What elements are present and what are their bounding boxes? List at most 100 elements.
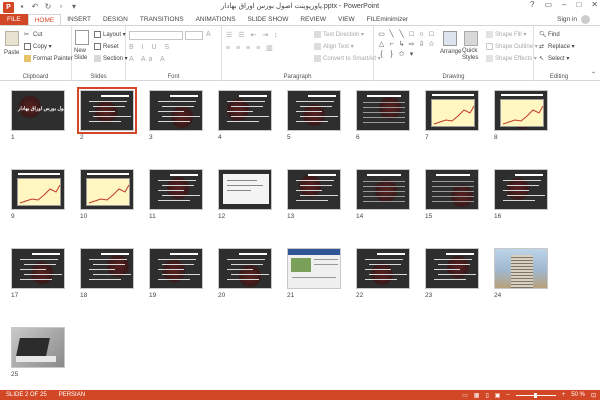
select-button[interactable]: ↖ Select ▾ [539,55,569,62]
shape-line-icon[interactable]: ╲ [387,30,396,39]
slide-thumbnail[interactable] [356,248,410,289]
slide-thumbnail[interactable] [494,90,548,131]
slide-thumbnail[interactable] [287,169,341,210]
shape-effects-button[interactable]: Shape Effects ▾ [486,55,537,62]
slide-thumbnail[interactable] [11,169,65,210]
slide-thumbnail[interactable] [494,248,548,289]
slide-thumbnail[interactable] [11,248,65,289]
shape-rect2-icon[interactable]: □ [427,30,436,39]
reset-button[interactable]: Reset [94,43,119,50]
list-buttons[interactable]: ☰ ☰ ⇤ ⇥ ↕ [226,31,280,39]
sign-in-label[interactable]: Sign in [557,16,577,23]
quick-styles-icon[interactable] [464,31,478,46]
slide-indicator[interactable]: SLIDE 2 OF 25 [6,392,47,398]
copy-button[interactable]: Copy ▾ [24,43,52,50]
format-painter-button[interactable]: Format Painter [24,55,73,62]
new-slide-icon[interactable] [75,30,89,45]
slide-thumbnail[interactable] [11,327,65,368]
paste-button[interactable]: Paste [4,50,19,56]
shape-rect-icon[interactable]: □ [407,30,416,39]
tab-home[interactable]: HOME [27,14,62,25]
find-button[interactable]: 🔍︎Find [539,31,560,38]
avatar[interactable] [581,15,590,24]
slide-thumbnail[interactable] [356,169,410,210]
shape-brace-icon[interactable]: { [377,50,386,59]
font-family-combo[interactable] [129,31,183,40]
shape-oval-icon[interactable]: ○ [417,30,426,39]
maximize-button[interactable]: □ [576,0,581,9]
paste-icon[interactable] [5,31,19,46]
slide-thumbnail[interactable] [149,248,203,289]
reading-view-icon[interactable]: ▯ [485,392,488,399]
font-size-combo[interactable] [185,31,203,40]
tab-transitions[interactable]: TRANSITIONS [134,14,190,25]
tab-review[interactable]: REVIEW [294,14,332,25]
shape-textbox-icon[interactable]: ▭ [377,30,386,39]
text-direction-button[interactable]: Text Direction ▾ [314,31,364,38]
shape-more-icon[interactable]: ▾ [407,50,416,59]
align-text-button[interactable]: Align Text ▾ [314,43,354,50]
cut-button[interactable]: ✂ Cut [24,31,42,38]
zoom-out-icon[interactable]: – [506,392,509,398]
tab-insert[interactable]: INSERT [61,14,97,25]
tab-animations[interactable]: ANIMATIONS [190,14,242,25]
tab-fileminimizer[interactable]: FILEminimizer [361,14,415,25]
minimize-button[interactable]: – [562,0,566,9]
zoom-in-icon[interactable]: + [562,392,566,398]
slide-thumbnail[interactable] [80,248,134,289]
shape-star-icon[interactable]: ☆ [427,40,436,49]
slide-thumbnail[interactable]: اصول بورس اوراق بهادار [11,90,65,131]
slide-thumbnail[interactable] [218,90,272,131]
slide-thumbnail[interactable] [77,87,137,134]
shape-line2-icon[interactable]: ╲ [397,30,406,39]
slide-thumbnail[interactable] [218,248,272,289]
slide-thumbnail[interactable] [287,248,341,289]
slide-thumbnail[interactable] [425,248,479,289]
new-slide-button[interactable]: New Slide [74,48,92,62]
zoom-slider[interactable] [515,392,556,398]
quick-styles-button[interactable]: Quick Styles [462,48,482,62]
alignment-buttons[interactable]: ≡ ≡ ≡ ≡ ▥ [226,44,275,52]
convert-smartart-button[interactable]: Convert to SmartArt ▾ [314,55,381,62]
shape-corner-icon[interactable]: ⌐ [387,40,396,49]
slide-thumbnail[interactable] [149,90,203,131]
slide-thumbnail[interactable] [218,169,272,210]
shape-arrow-right-icon[interactable]: ⇨ [407,40,416,49]
slide-thumbnail[interactable] [494,169,548,210]
arrange-icon[interactable] [443,31,457,46]
slide-thumbnail[interactable] [425,90,479,131]
tab-design[interactable]: DESIGN [97,14,134,25]
slide-thumbnail[interactable] [80,169,134,210]
arrange-button[interactable]: Arrange [440,49,461,55]
grow-font-icon[interactable]: A [206,31,211,38]
ribbon-display-button[interactable]: ▭ [544,0,552,9]
normal-view-icon[interactable]: ▭ [462,392,468,399]
help-button[interactable]: ? [530,0,534,9]
slide-sorter-view-icon[interactable]: ▦ [474,392,480,399]
font-style-buttons[interactable]: B I U S [129,44,172,51]
collapse-ribbon-icon[interactable]: ⌃ [591,71,596,78]
slide-thumbnail[interactable] [149,169,203,210]
tab-view[interactable]: VIEW [332,14,361,25]
zoom-slider-thumb[interactable] [533,392,537,398]
close-button[interactable]: ✕ [591,0,598,9]
shape-triangle-icon[interactable]: △ [377,40,386,49]
zoom-level[interactable]: 50 % [571,392,585,398]
fit-slide-icon[interactable]: ⊡ [591,392,596,399]
sign-in[interactable]: Sign in [557,15,590,24]
shape-arrow-down-icon[interactable]: ⇩ [417,40,426,49]
font-color-buttons[interactable]: A Aa A [129,56,168,63]
section-button[interactable]: Section ▾ [94,55,128,62]
shape-fill-button[interactable]: Shape Fill ▾ [486,31,526,38]
slideshow-view-icon[interactable]: ▣ [495,392,501,399]
tab-slide-show[interactable]: SLIDE SHOW [242,14,295,25]
shape-outline-button[interactable]: Shape Outline ▾ [486,43,538,50]
tab-file[interactable]: FILE [0,14,28,25]
shape-star2-icon[interactable]: ✩ [397,50,406,59]
slide-thumbnail[interactable] [356,90,410,131]
shape-bend-icon[interactable]: ↳ [397,40,406,49]
slide-thumbnail[interactable] [425,169,479,210]
slide-thumbnail[interactable] [287,90,341,131]
shapes-gallery[interactable]: ▭ ╲ ╲ □ ○ □ △ ⌐ ↳ ⇨ ⇩ ☆ {} ✩ ▾ [377,30,435,60]
language-indicator[interactable]: PERSIAN [59,392,85,398]
